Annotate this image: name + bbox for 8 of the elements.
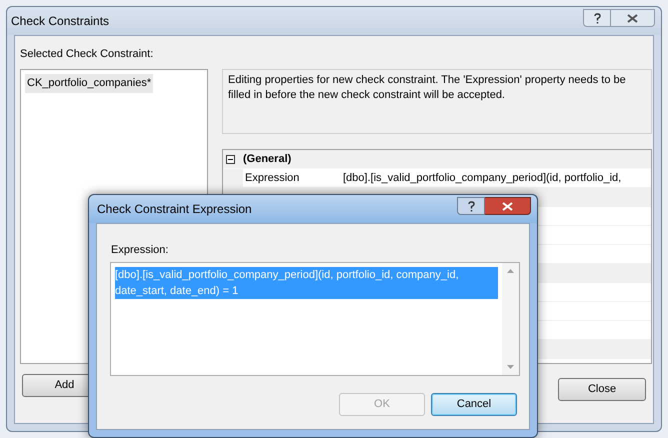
expression-text: [dbo].[is_valid_portfolio_company_period](id, portfolio_id, company_id, date_start, date_end) = 1 bbox=[115, 267, 498, 299]
description-text: Editing properties for new check constraint. The 'Expression' property needs to be filled in before the new check constraint will be accepted. bbox=[222, 69, 652, 134]
category-label: (General) bbox=[243, 152, 292, 167]
list-label: Selected Check Constraint: bbox=[20, 47, 154, 62]
window-title: Check Constraint Expression bbox=[97, 201, 252, 218]
window-title: Check Constraints bbox=[11, 13, 110, 30]
expression-label: Expression: bbox=[111, 243, 168, 258]
property-name: Expression bbox=[244, 170, 300, 186]
